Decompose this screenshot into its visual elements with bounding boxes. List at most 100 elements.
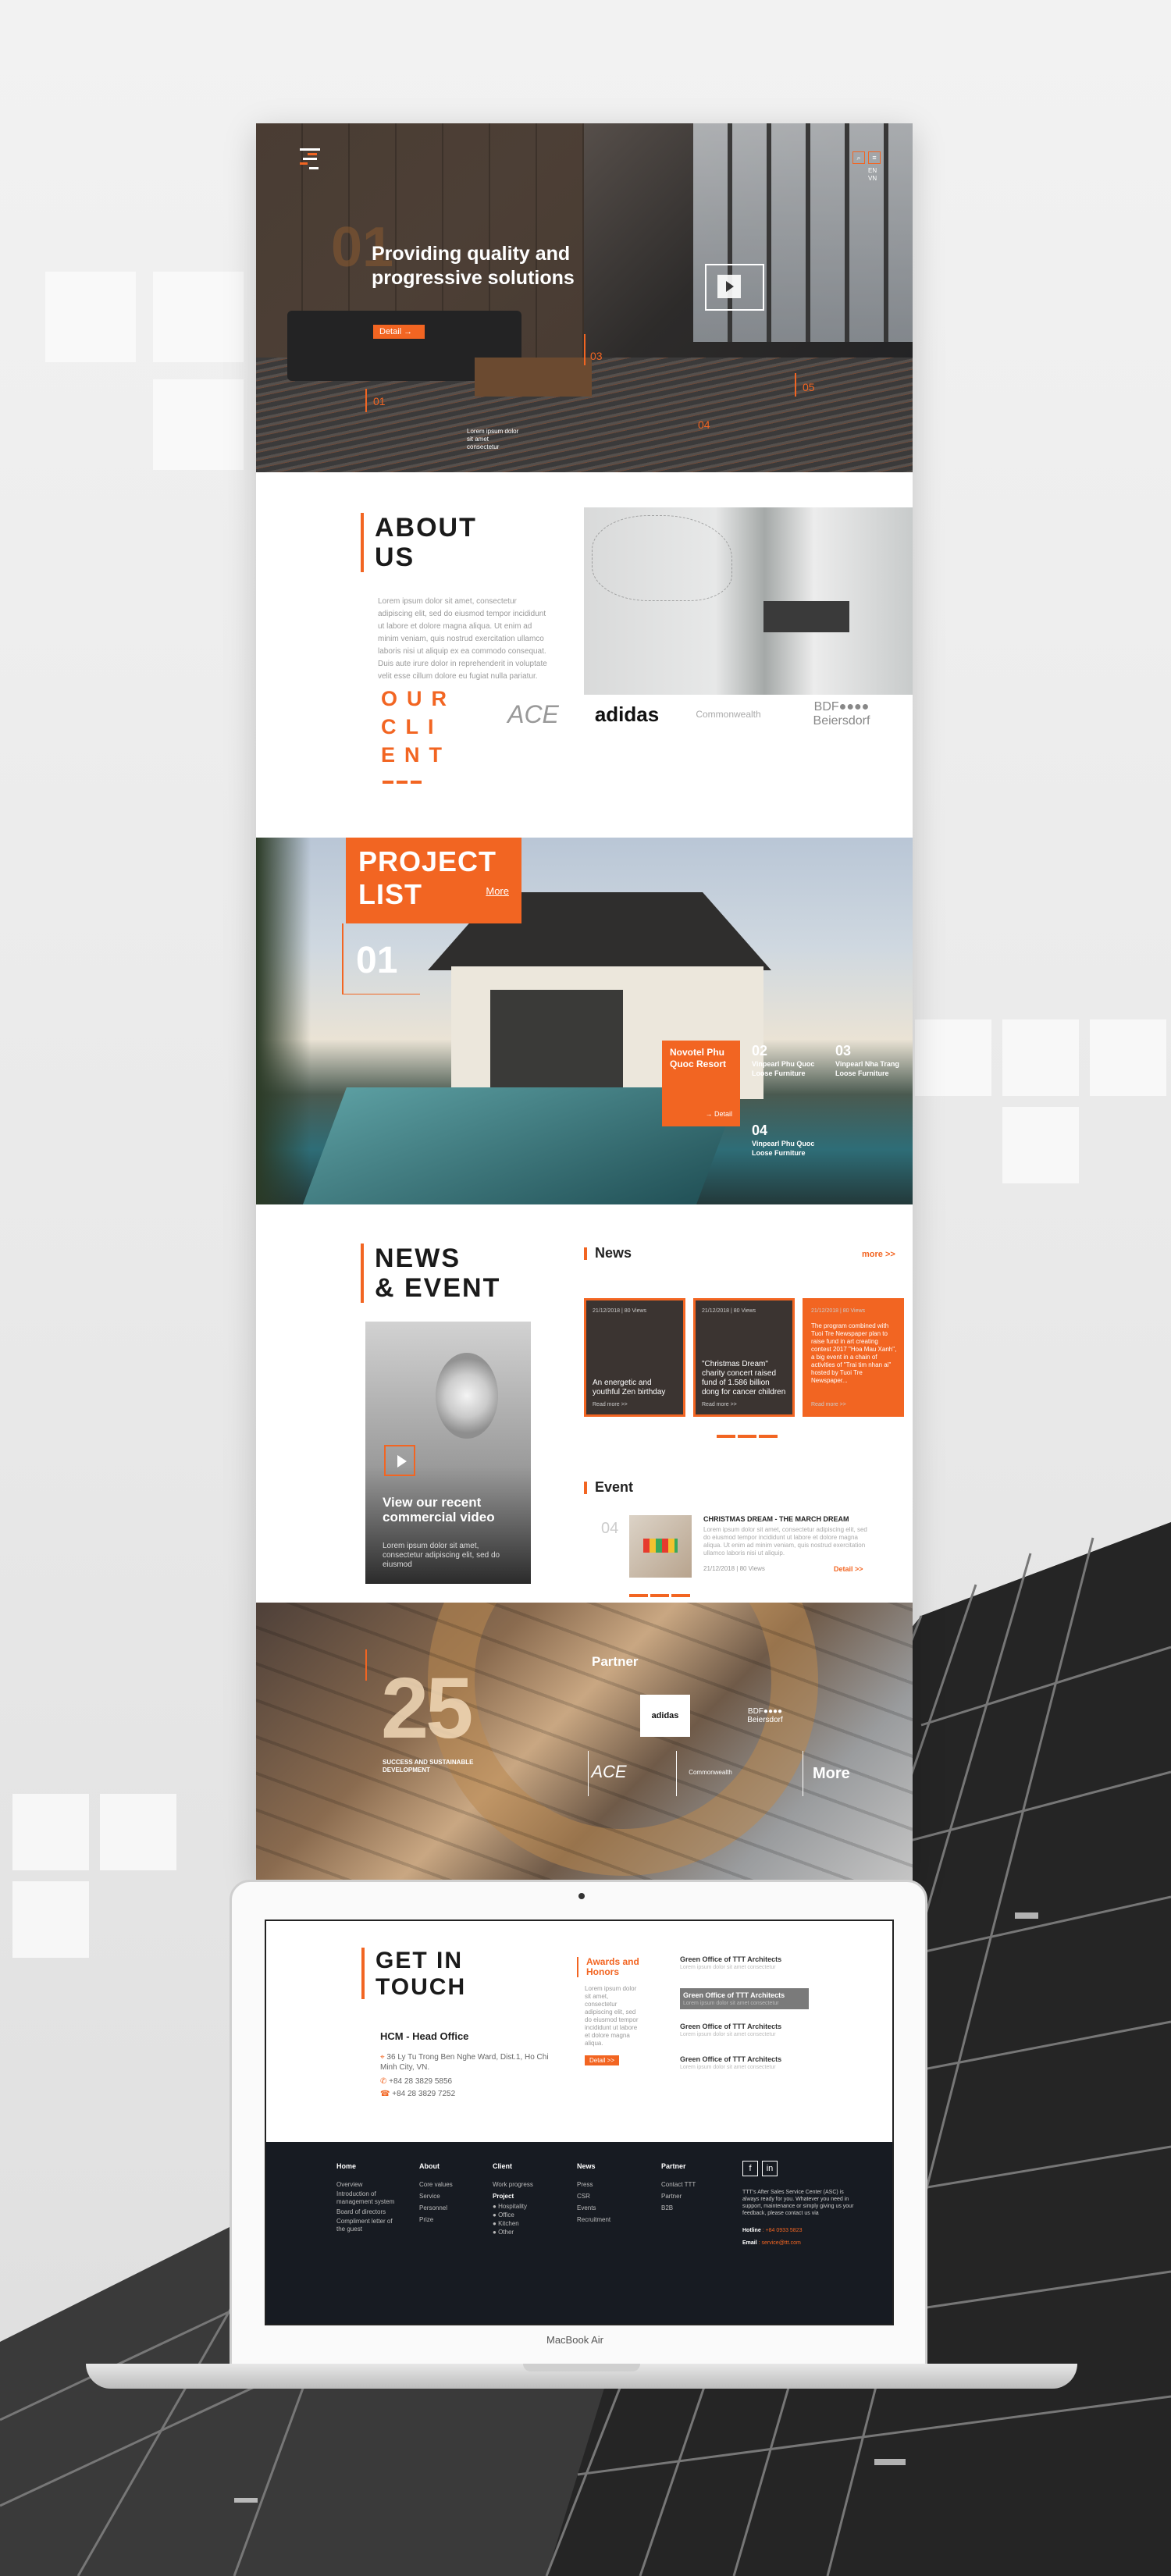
- event-image[interactable]: [629, 1515, 692, 1578]
- hero-slide-number[interactable]: 03: [590, 350, 603, 362]
- deco-square: [153, 272, 244, 362]
- awards-detail-button[interactable]: Detail >>: [585, 2055, 620, 2065]
- years-number: 25: [381, 1660, 473, 1756]
- event-body: Lorem ipsum dolor sit amet, consectetur …: [703, 1526, 867, 1557]
- email[interactable]: Email : service@ttt.com: [742, 2240, 801, 2246]
- footer-col-news: News Press CSR Events Recruitment: [577, 2162, 611, 2223]
- news-event-section: NEWS & EVENT View our recent commercial v…: [256, 1204, 913, 1603]
- partner-logo-beiersdorf[interactable]: BDF●●●● Beiersdorf: [740, 1695, 790, 1737]
- news-subheading: News: [584, 1245, 632, 1261]
- project-list-title: PROJECT LIST More: [346, 838, 521, 923]
- facebook-icon[interactable]: f: [742, 2161, 758, 2176]
- partner-logo[interactable]: Commonwealth: [685, 1751, 735, 1793]
- about-text: Lorem ipsum dolor sit amet, consectetur …: [378, 597, 547, 681]
- client-logos: ACE adidas Commonwealth BDF●●●● Beiersdo…: [498, 683, 904, 745]
- menu-icon[interactable]: ≡: [868, 151, 881, 164]
- news-more-link[interactable]: more >>: [862, 1250, 895, 1259]
- hero-slide-number[interactable]: 01: [373, 395, 386, 407]
- event-detail-link[interactable]: Detail >>: [834, 1565, 863, 1573]
- project-current-number: 01: [356, 940, 398, 981]
- deco-square: [1090, 1019, 1166, 1096]
- site-footer: Home Overview Introduction of management…: [266, 2142, 892, 2324]
- award-item[interactable]: Green Office of TTT Architects Lorem ipsu…: [680, 2023, 809, 2037]
- deco-square: [153, 379, 244, 470]
- footer-col-about: About Core values Service Personnel Priz…: [419, 2162, 453, 2223]
- award-item[interactable]: Green Office of TTT Architects Lorem ipsu…: [680, 2055, 809, 2070]
- office-phone[interactable]: ✆ +84 28 3829 5856: [380, 2077, 452, 2086]
- hero-caption: Lorem ipsum dolor sit amet consectetur: [467, 428, 519, 450]
- our-client-title: OUR CLI ENT: [381, 687, 456, 767]
- news-card[interactable]: 21/12/2018 | 80 Views "Christmas Dream" …: [693, 1298, 795, 1417]
- about-section: ABOUT US Lorem ipsum dolor sit amet, cons…: [256, 472, 913, 838]
- hotline[interactable]: Hotline : +84 0933 5823: [742, 2228, 803, 2233]
- project-item[interactable]: 04 Vinpearl Phu Quoc Loose Furniture: [752, 1122, 822, 1158]
- event-subheading: Event: [584, 1479, 633, 1496]
- website-mockup: 01 Providing quality and progressive sol…: [256, 123, 913, 1881]
- news-heading: NEWS & EVENT: [361, 1244, 500, 1303]
- footer-col-client: Client Work progress Project ● Hospitali…: [493, 2162, 533, 2236]
- awards-text: Lorem ipsum dolor sit amet, consectetur …: [585, 1985, 639, 2047]
- deco-square: [1002, 1019, 1079, 1096]
- location-icon: ⌖: [380, 2053, 385, 2062]
- news-card[interactable]: 21/12/2018 | 80 Views The program combin…: [803, 1298, 904, 1417]
- hero-detail-button[interactable]: Detail →: [373, 325, 425, 339]
- search-icon[interactable]: ⌕: [852, 151, 865, 164]
- partner-section: 25 SUCCESS AND SUSTAINABLE DEVELOPMENT P…: [256, 1603, 913, 1881]
- project-item[interactable]: 02 Vinpearl Phu Quoc Loose Furniture: [752, 1042, 822, 1078]
- deco-square: [1002, 1107, 1079, 1183]
- footer-col-partner: Partner Contact TTT Partner B2B: [661, 2162, 696, 2211]
- news-card[interactable]: 21/12/2018 | 80 Views An energetic and y…: [584, 1298, 685, 1417]
- event-number: 04: [601, 1520, 619, 1537]
- video-title: View our recent commercial video: [383, 1495, 495, 1525]
- social-links: f in: [742, 2161, 781, 2176]
- client-pagination[interactable]: [383, 774, 425, 788]
- fax-icon: ☎: [380, 2090, 390, 2098]
- office-name: HCM - Head Office: [380, 2030, 469, 2042]
- hero-slide-number[interactable]: 05: [803, 381, 815, 393]
- about-office-photo: [584, 507, 913, 695]
- camera: [578, 1893, 585, 1899]
- project-more-link[interactable]: More: [486, 875, 509, 908]
- hero-slide-number[interactable]: 04: [698, 418, 710, 431]
- partner-more-link[interactable]: More: [813, 1765, 850, 1783]
- awards-title: Awards and Honors: [577, 1957, 655, 1977]
- award-item[interactable]: Green Office of TTT Architects Lorem ipsu…: [680, 1955, 809, 1970]
- laptop-label: MacBook Air: [546, 2334, 603, 2346]
- partner-title: Partner: [592, 1654, 639, 1669]
- play-icon[interactable]: [384, 1445, 415, 1476]
- partner-logo-adidas[interactable]: adidas: [640, 1695, 690, 1737]
- project-item[interactable]: 03 Vinpearl Nha Trang Loose Furniture: [835, 1042, 906, 1078]
- laptop-screen: GET IN TOUCH HCM - Head Office ⌖ 36 Ly Tu…: [265, 1920, 894, 2325]
- support-text: TTT's After Sales Service Center (ASC) i…: [742, 2190, 854, 2216]
- client-logo-beiersdorf[interactable]: BDF●●●● Beiersdorf: [787, 683, 896, 745]
- laptop-frame: GET IN TOUCH HCM - Head Office ⌖ 36 Ly Tu…: [230, 1880, 927, 2373]
- video-text: Lorem ipsum dolor sit amet, consectetur …: [383, 1542, 500, 1569]
- partner-logo[interactable]: ACE: [584, 1751, 634, 1793]
- award-item[interactable]: Green Office of TTT Architects Lorem ipsu…: [680, 1988, 809, 2009]
- client-logo-adidas[interactable]: adidas: [584, 683, 670, 745]
- client-logo[interactable]: ACE: [498, 683, 568, 745]
- deco-square: [45, 272, 136, 362]
- linkedin-icon[interactable]: in: [762, 2161, 778, 2176]
- laptop-notch: [523, 2364, 640, 2371]
- about-heading: ABOUT US: [361, 513, 477, 572]
- hero-section: 01 Providing quality and progressive sol…: [256, 123, 913, 472]
- site-logo[interactable]: [300, 148, 320, 173]
- years-caption: SUCCESS AND SUSTAINABLE DEVELOPMENT: [383, 1759, 474, 1774]
- contact-heading: GET IN TOUCH: [361, 1948, 466, 2000]
- lang-en[interactable]: EN: [868, 167, 877, 175]
- event-pagination[interactable]: [629, 1587, 692, 1601]
- client-logo[interactable]: Commonwealth: [685, 683, 771, 745]
- deco-square: [915, 1019, 991, 1096]
- video-card[interactable]: View our recent commercial video Lorem i…: [365, 1322, 531, 1584]
- event-title[interactable]: CHRISTMAS DREAM - THE MARCH DREAM: [703, 1515, 849, 1523]
- office-fax[interactable]: ☎ +84 28 3829 7252: [380, 2090, 455, 2098]
- news-pagination[interactable]: [717, 1428, 780, 1442]
- lang-vn[interactable]: VN: [868, 175, 877, 183]
- project-card-featured[interactable]: Novotel Phu Quoc Resort → Detail: [662, 1041, 740, 1126]
- hero-play-button[interactable]: [705, 264, 764, 311]
- event-meta: 21/12/2018 | 80 Views: [703, 1565, 765, 1572]
- office-address: ⌖ 36 Ly Tu Trong Ben Nghe Ward, Dist.1, …: [380, 2053, 549, 2072]
- hero-title: Providing quality and progressive soluti…: [372, 243, 575, 289]
- play-icon: [717, 275, 741, 298]
